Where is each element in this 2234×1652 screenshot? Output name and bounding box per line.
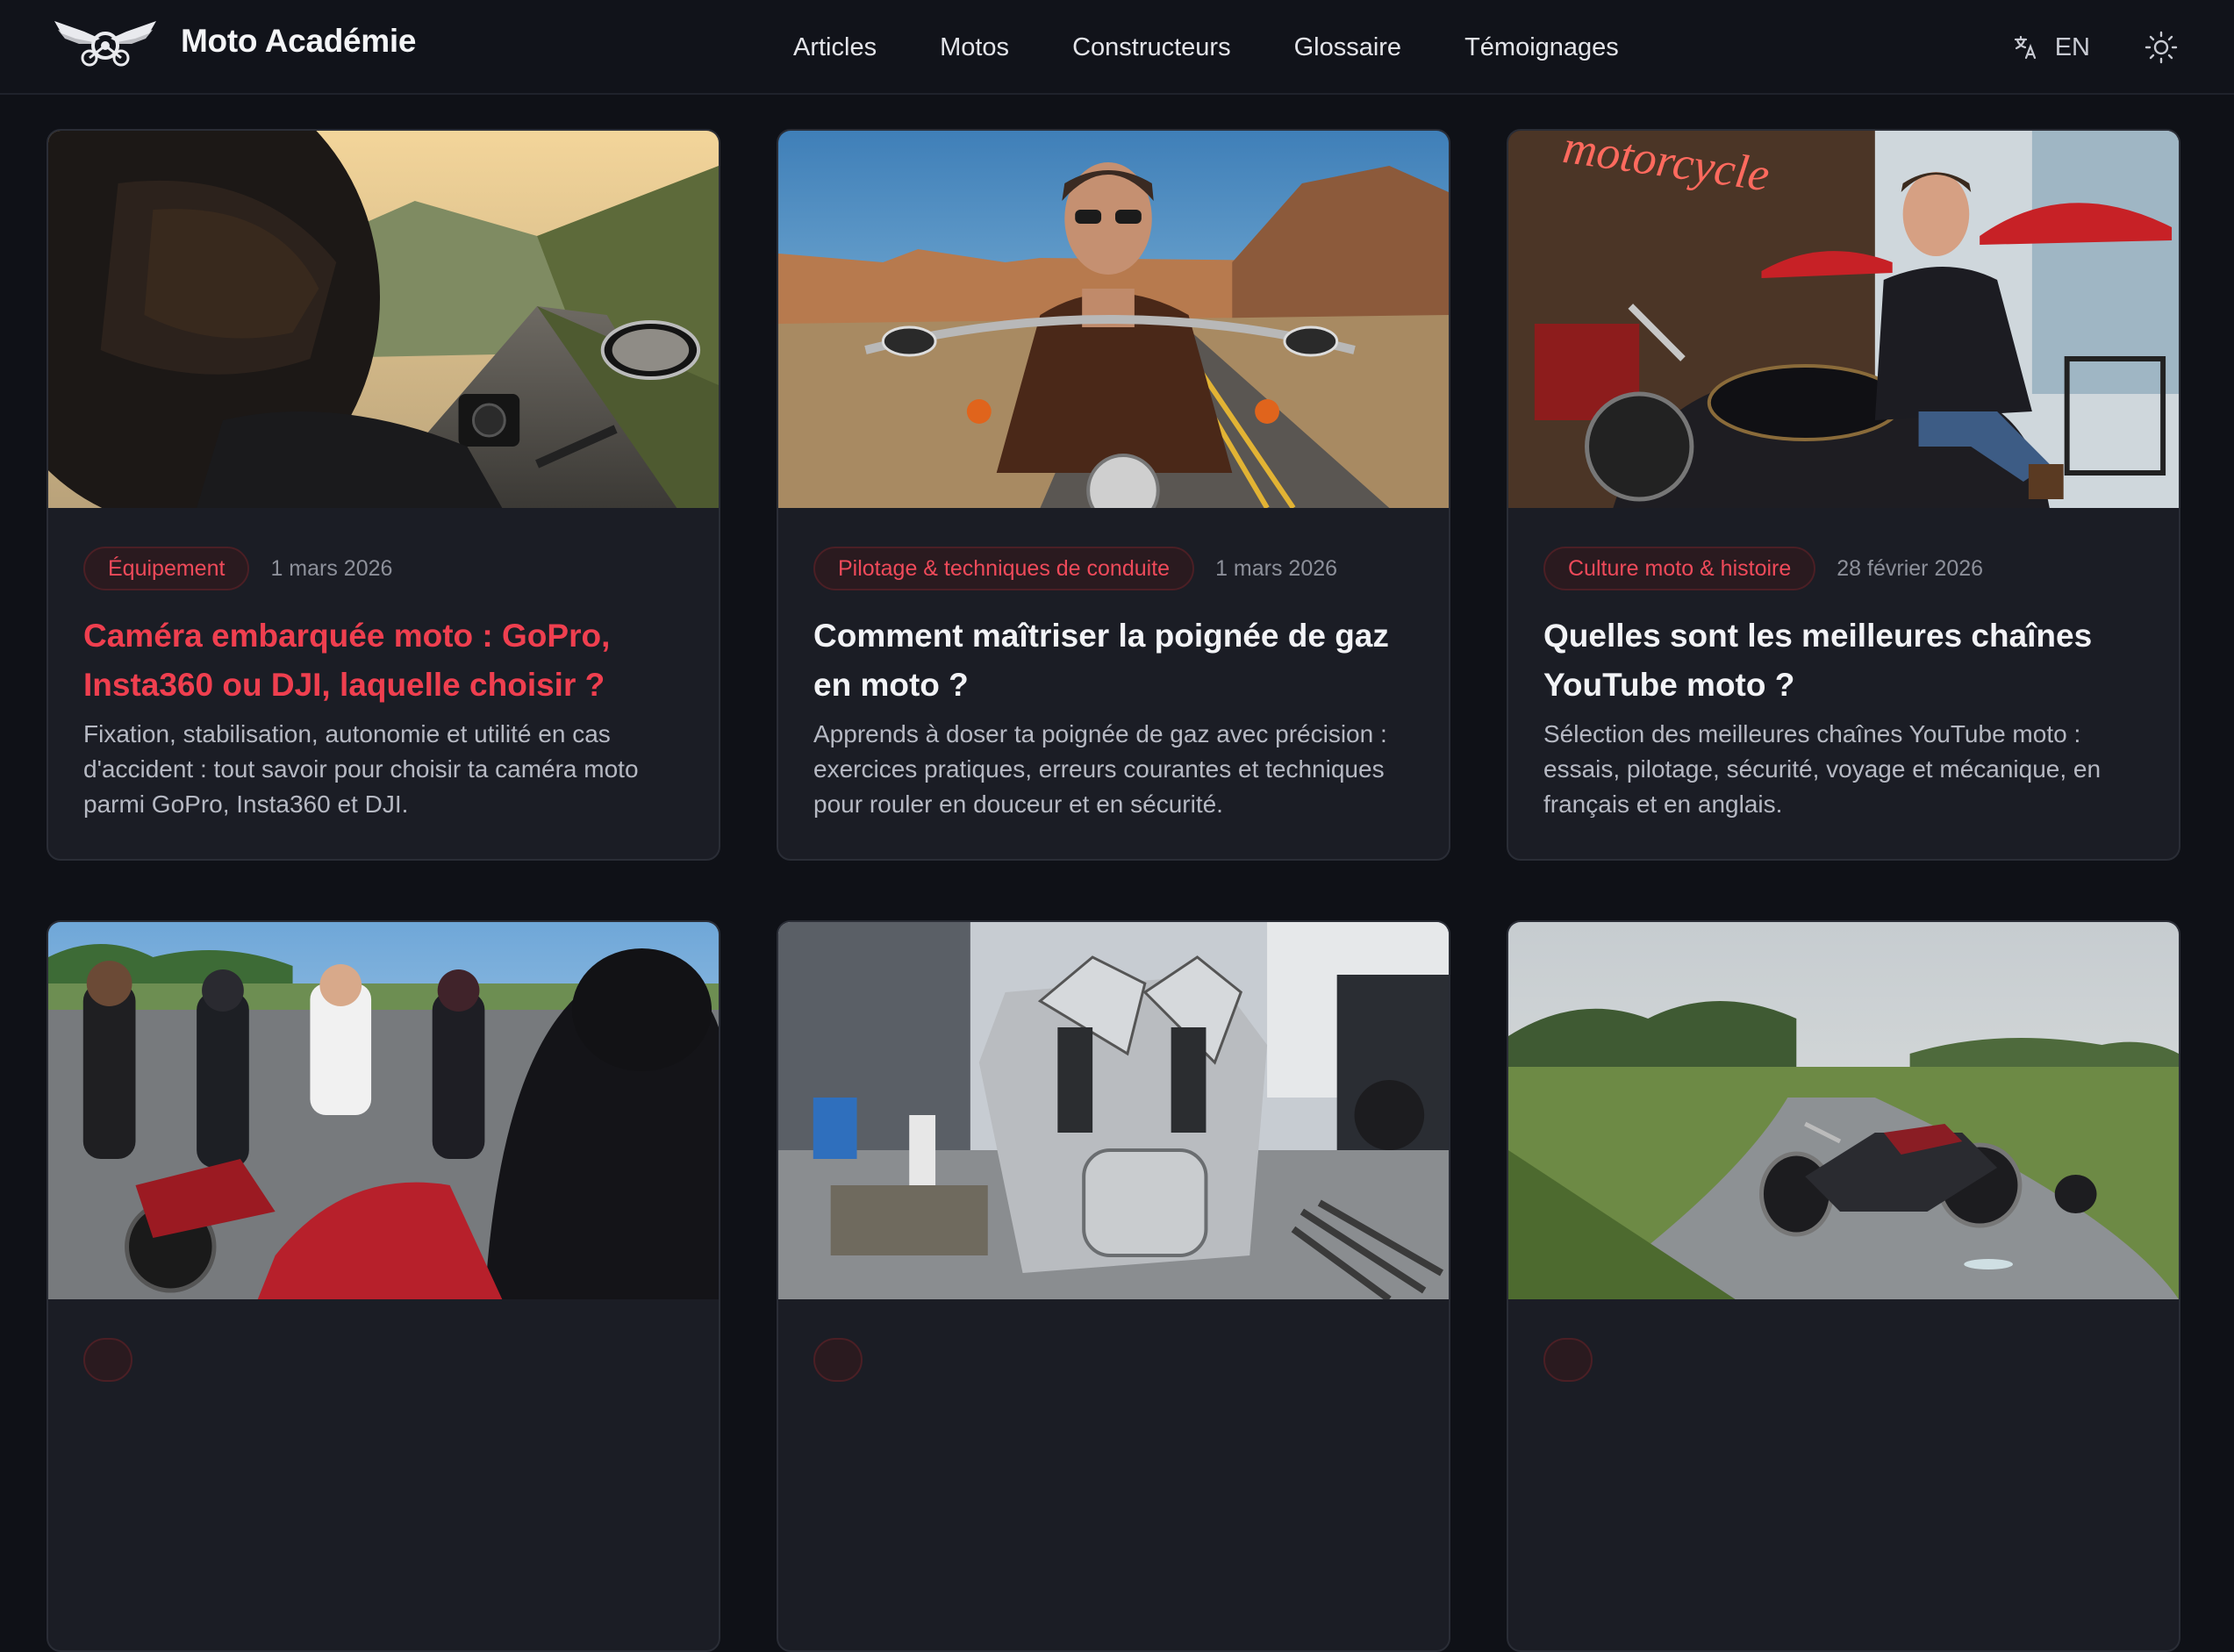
article-meta	[83, 1338, 154, 1382]
article-date: 1 mars 2026	[270, 555, 393, 581]
article-image-crashed-motorcycle	[1508, 922, 2179, 1299]
nav-motos[interactable]: Motos	[940, 33, 1009, 62]
article-title[interactable]: Caméra embarquée moto : GoPro, Insta360 …	[83, 611, 698, 710]
article-meta: Équipement 1 mars 2026	[83, 547, 392, 590]
nav-constructeurs[interactable]: Constructeurs	[1072, 33, 1231, 62]
article-card[interactable]: Équipement 1 mars 2026 Caméra embarquée …	[47, 129, 720, 861]
article-title[interactable]: Quelles sont les meilleures chaînes YouT…	[1543, 611, 2158, 710]
article-card[interactable]	[777, 920, 1450, 1652]
winged-motorcycle-logo-icon	[54, 21, 156, 67]
article-date: 1 mars 2026	[1215, 555, 1338, 581]
language-switcher[interactable]: EN	[2013, 33, 2090, 62]
article-image-rider-cafe: motorcycle	[1508, 131, 2179, 508]
category-badge[interactable]	[813, 1338, 863, 1382]
category-badge[interactable]: Culture moto & histoire	[1543, 547, 1816, 590]
article-excerpt: Sélection des meilleures chaînes YouTube…	[1543, 720, 2102, 818]
category-badge[interactable]	[1543, 1338, 1593, 1382]
language-label: EN	[2054, 32, 2090, 61]
header-actions: EN	[2013, 0, 2234, 95]
article-meta: Culture moto & histoire 28 février 2026	[1543, 547, 1983, 590]
article-title[interactable]: Comment maîtriser la poignée de gaz en m…	[813, 611, 1428, 710]
category-badge[interactable]	[83, 1338, 132, 1382]
article-meta	[1543, 1338, 1614, 1382]
category-badge[interactable]: Pilotage & techniques de conduite	[813, 547, 1195, 590]
nav-temoignages[interactable]: Témoignages	[1464, 33, 1619, 62]
nav-glossaire[interactable]: Glossaire	[1294, 33, 1402, 62]
site-header: Moto Académie Articles Motos Constructeu…	[0, 0, 2234, 95]
article-meta	[813, 1338, 884, 1382]
site-title: Moto Académie	[181, 23, 417, 59]
article-excerpt: Fixation, stabilisation, autonomie et ut…	[83, 720, 639, 818]
article-image-helmet-camera	[48, 131, 719, 508]
main-nav: Articles Motos Constructeurs Glossaire T…	[793, 0, 1619, 95]
nav-articles[interactable]: Articles	[793, 33, 877, 62]
article-date: 28 février 2026	[1837, 555, 1984, 581]
category-badge[interactable]: Équipement	[83, 547, 250, 590]
article-excerpt: Apprends à doser ta poignée de gaz avec …	[813, 720, 1387, 818]
translate-icon	[2014, 35, 2036, 60]
article-meta: Pilotage & techniques de conduite 1 mars…	[813, 547, 1337, 590]
article-image-engine-workshop	[778, 922, 1449, 1299]
brand-link[interactable]: Moto Académie	[49, 12, 416, 70]
sun-icon[interactable]	[2144, 31, 2178, 64]
article-card[interactable]: Pilotage & techniques de conduite 1 mars…	[777, 129, 1450, 861]
article-image-riding-school-group	[48, 922, 719, 1299]
article-card[interactable]	[1507, 920, 2180, 1652]
article-card[interactable]: motorcycle Culture moto & histoire 28 fé…	[1507, 129, 2180, 861]
article-card[interactable]	[47, 920, 720, 1652]
article-image-rider-desert-road	[778, 131, 1449, 508]
